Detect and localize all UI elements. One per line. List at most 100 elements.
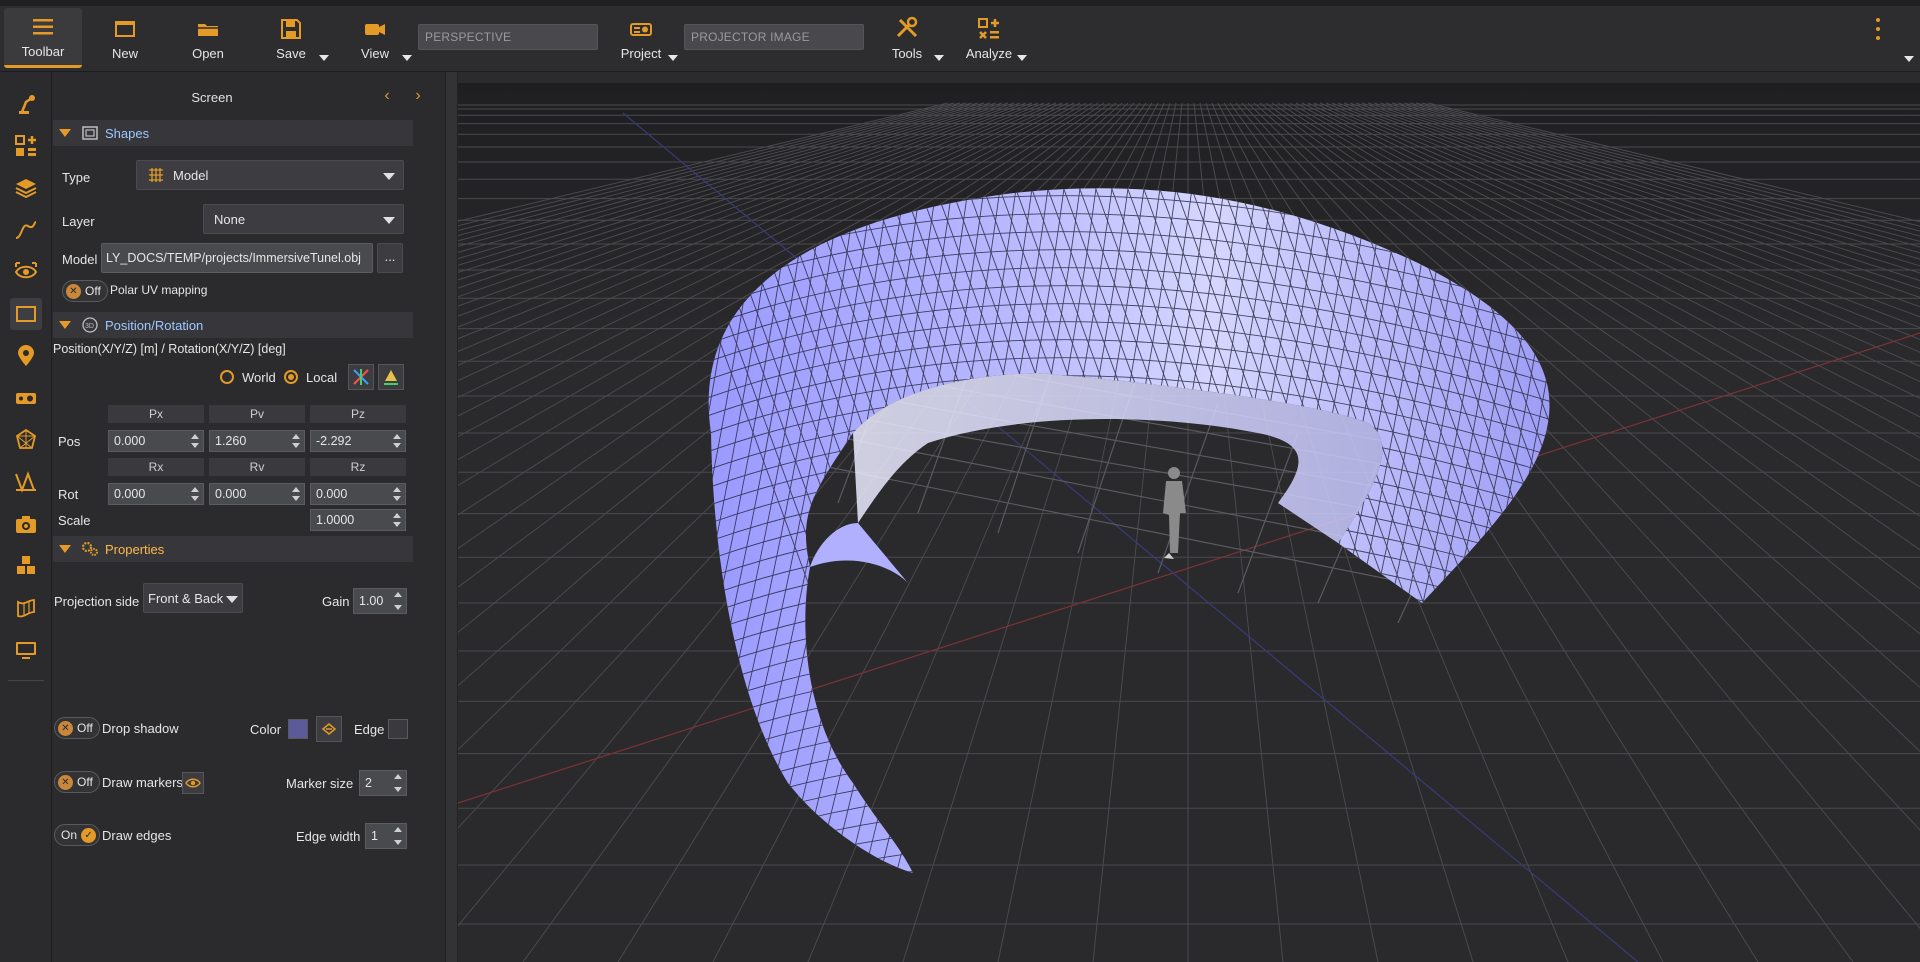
markers-visibility-button[interactable] [182,772,204,794]
projection-side-select[interactable]: Front & Back [143,583,243,613]
analyze-dropdown-caret[interactable] [1017,55,1027,61]
type-select-value: Model [173,167,209,183]
edge-width-label: Edge width [296,829,361,844]
tools-dropdown-caret[interactable] [934,55,944,61]
draw-markers-label: Draw markers [102,775,183,790]
marker-size-input[interactable]: 2 [359,770,407,796]
type-select[interactable]: Model [136,160,404,190]
color-swatch[interactable] [288,719,308,739]
color-picker-button[interactable] [316,716,342,742]
save-dropdown-caret[interactable] [319,55,329,61]
projector-icon[interactable] [10,382,42,414]
gears-icon [81,541,98,556]
polar-uv-toggle[interactable]: ✕ Off [62,280,108,302]
collapse-triangle-icon [59,321,71,329]
layer-label: Layer [62,214,95,229]
layer-select[interactable]: None [203,204,404,234]
edge-color-swatch[interactable] [388,719,408,739]
model-path-input[interactable]: LY_DOCS/TEMP/projects/ImmersiveTunel.obj [101,243,373,273]
toolbar-button-label: Toolbar [21,44,65,59]
edge-label: Edge [354,722,385,737]
hamburger-icon [33,19,53,35]
view-dropdown-caret[interactable] [402,55,412,61]
browse-model-button[interactable]: ... [377,243,403,273]
gain-input[interactable]: 1.00 [353,588,407,614]
shapes-section-label: Shapes [105,125,150,141]
draw-markers-toggle[interactable]: ✕ Off [54,771,100,793]
rot-y-input[interactable]: 0.000 [209,483,305,505]
chevron-left-icon[interactable]: ‹ [380,88,394,104]
drop-shadow-toggle-state: Off [77,721,93,735]
rot-x-input[interactable]: 0.000 [108,483,204,505]
add-object-icon[interactable] [10,130,42,162]
panel-splitter[interactable] [445,72,458,962]
gain-label: Gain [322,594,350,609]
shapes-section-header[interactable]: Shapes [53,120,413,146]
rot-z-input[interactable]: 0.000 [310,483,406,505]
chevron-right-icon[interactable]: › [411,88,425,104]
world-radio[interactable] [220,370,234,384]
monitor-icon[interactable] [10,634,42,666]
project-dropdown-caret[interactable] [668,55,678,61]
panel-title: Screen [191,90,233,105]
more-menu-icon[interactable] [1876,18,1882,40]
pos-x-input[interactable]: 0.000 [108,430,204,452]
eye-view-icon[interactable] [10,256,42,288]
align-ground-button[interactable] [378,364,404,390]
new-button[interactable]: New [92,8,158,68]
cubes-icon[interactable] [10,550,42,582]
save-button[interactable]: Save [258,8,324,68]
tool-rail [0,72,52,962]
position-section-header[interactable]: 3D Position/Rotation [53,312,413,338]
main-toolbar: Toolbar New Open Save View PERSPECTIVE P… [0,0,1920,72]
warp-icon[interactable] [10,592,42,624]
draw-edges-toggle-state: On [61,828,78,842]
layers-icon[interactable] [10,172,42,204]
camera-photo-icon[interactable] [10,508,42,540]
pos-z-input[interactable]: -2.292 [310,430,406,452]
pos-y-input[interactable]: 1.260 [209,430,305,452]
view-button[interactable]: View [342,8,408,68]
position-section-label: Position/Rotation [105,317,204,333]
local-radio[interactable] [284,370,298,384]
pz-header: Pz [310,405,406,423]
scale-label: Scale [58,513,91,528]
scale-input[interactable]: 1.0000 [310,509,406,531]
projector-lamp-icon[interactable] [10,88,42,120]
folder-icon [198,23,218,36]
view-mode-field[interactable]: PERSPECTIVE [418,24,598,50]
edge-width-input[interactable]: 1 [365,823,407,849]
analyze-button[interactable]: Analyze [956,8,1022,68]
analyze-button-label: Analyze [965,45,1013,61]
projector-image-field[interactable]: PROJECTOR IMAGE [684,24,864,50]
location-pin-icon[interactable] [10,340,42,372]
save-icon [281,18,301,39]
align-icon [384,370,398,385]
draw-edges-toggle[interactable]: On ✓ [54,824,101,846]
px-header: Px [108,405,204,423]
curve-icon[interactable] [10,214,42,246]
draw-markers-toggle-state: Off [77,775,93,789]
properties-panel: Screen ‹ › Shapes Type Model Layer None … [52,72,445,962]
drop-shadow-toggle[interactable]: ✕ Off [54,717,100,739]
new-window-icon [115,20,135,37]
blend-icon[interactable] [10,466,42,498]
toolbar-button[interactable]: Toolbar [4,8,82,68]
world-label: World [242,370,276,385]
properties-section-header[interactable]: Properties [53,536,413,562]
3d-viewport[interactable] [458,83,1920,962]
chevron-down-icon [226,596,238,603]
toolbar-collapse-caret[interactable] [1904,56,1914,62]
reset-axes-button[interactable] [348,364,374,390]
close-icon: ✕ [58,720,73,736]
project-button[interactable]: Project [608,8,674,68]
axes-icon [353,369,369,385]
projection-side-label: Projection side [54,594,140,609]
svg-text:3D: 3D [85,323,94,330]
screen-icon[interactable] [10,298,42,330]
pos-label: Pos [58,434,81,449]
tools-button[interactable]: Tools [874,8,940,68]
open-button-label: Open [192,45,224,61]
open-button[interactable]: Open [174,8,242,68]
mesh-icon[interactable] [10,424,42,456]
